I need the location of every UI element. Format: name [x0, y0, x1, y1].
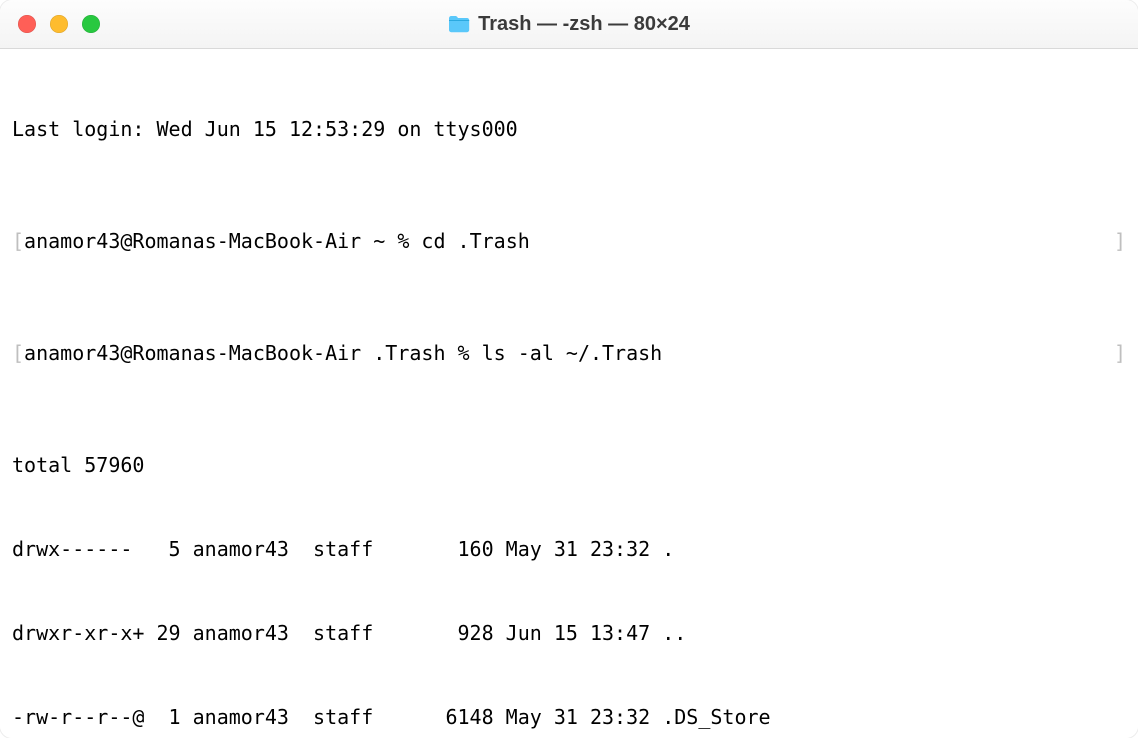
folder-icon: [448, 15, 470, 33]
bracket-left-icon: [: [12, 227, 24, 255]
ls-row: drwx------ 5 anamor43 staff 160 May 31 2…: [12, 535, 1126, 563]
command-2: ls -al ~/.Trash: [482, 341, 663, 365]
titlebar: Trash — -zsh — 80×24: [0, 0, 1138, 49]
prompt-line-2: [anamor43@Romanas-MacBook-Air .Trash % l…: [12, 339, 1126, 367]
prompt-line-1: [anamor43@Romanas-MacBook-Air ~ % cd .Tr…: [12, 227, 1126, 255]
bracket-right-icon: ]: [1114, 227, 1126, 255]
command-1: cd .Trash: [421, 229, 529, 253]
traffic-lights: [0, 15, 100, 33]
prompt-2: anamor43@Romanas-MacBook-Air .Trash %: [24, 341, 482, 365]
terminal-window: Trash — -zsh — 80×24 Last login: Wed Jun…: [0, 0, 1138, 738]
bracket-left-icon: [: [12, 339, 24, 367]
window-title-wrap: Trash — -zsh — 80×24: [0, 13, 1138, 36]
minimize-button[interactable]: [50, 15, 68, 33]
last-login-line: Last login: Wed Jun 15 12:53:29 on ttys0…: [12, 115, 1126, 143]
prompt-1: anamor43@Romanas-MacBook-Air ~ %: [24, 229, 421, 253]
window-title: Trash — -zsh — 80×24: [478, 13, 690, 36]
close-button[interactable]: [18, 15, 36, 33]
bracket-right-icon: ]: [1114, 339, 1126, 367]
fullscreen-button[interactable]: [82, 15, 100, 33]
ls-total-line: total 57960: [12, 451, 1126, 479]
terminal-body[interactable]: Last login: Wed Jun 15 12:53:29 on ttys0…: [0, 49, 1138, 738]
ls-row: -rw-r--r--@ 1 anamor43 staff 6148 May 31…: [12, 703, 1126, 731]
ls-row: drwxr-xr-x+ 29 anamor43 staff 928 Jun 15…: [12, 619, 1126, 647]
